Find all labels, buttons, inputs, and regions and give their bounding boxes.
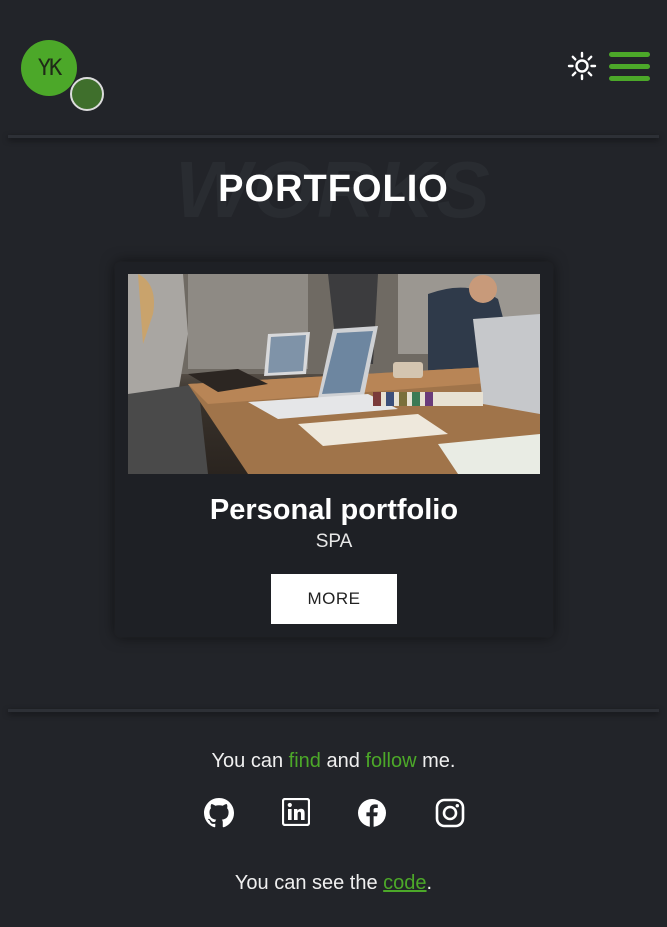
follow-word: follow xyxy=(365,750,417,772)
code-link[interactable]: code xyxy=(383,872,426,894)
hamburger-bar xyxy=(609,76,650,81)
social-links xyxy=(0,797,667,834)
facebook-icon[interactable] xyxy=(357,798,389,830)
header-divider xyxy=(8,135,659,138)
more-button[interactable]: MORE xyxy=(271,574,397,624)
code-suffix: . xyxy=(426,872,433,894)
linkedin-icon[interactable] xyxy=(281,797,314,830)
logo[interactable]: YK xyxy=(21,40,105,112)
find-suffix: me. xyxy=(416,750,456,772)
hamburger-bar xyxy=(609,52,650,57)
footer-divider xyxy=(8,709,659,712)
code-text: You can see the code. xyxy=(0,870,667,896)
project-subtitle: SPA xyxy=(315,531,353,552)
project-title: Personal portfolio xyxy=(209,494,459,526)
github-icon[interactable] xyxy=(204,798,236,830)
find-me-text: You can find and follow me. xyxy=(0,748,667,774)
hamburger-bar xyxy=(609,64,650,69)
section-heading: WORKS PORTFOLIO xyxy=(0,145,667,235)
find-prefix: You can xyxy=(211,750,289,772)
find-word: find xyxy=(288,750,321,772)
page-title: PORTFOLIO xyxy=(218,168,449,210)
logo-secondary-circle xyxy=(70,77,104,111)
instagram-icon[interactable] xyxy=(435,798,467,830)
find-middle: and xyxy=(320,750,366,772)
code-prefix: You can see the xyxy=(234,872,384,894)
project-card: Personal portfolio SPA MORE xyxy=(115,262,553,637)
header: YK xyxy=(0,0,667,136)
hamburger-menu-icon[interactable] xyxy=(609,52,651,82)
logo-circle: YK xyxy=(21,40,77,96)
project-image[interactable] xyxy=(128,274,540,474)
sun-icon[interactable] xyxy=(567,51,597,81)
